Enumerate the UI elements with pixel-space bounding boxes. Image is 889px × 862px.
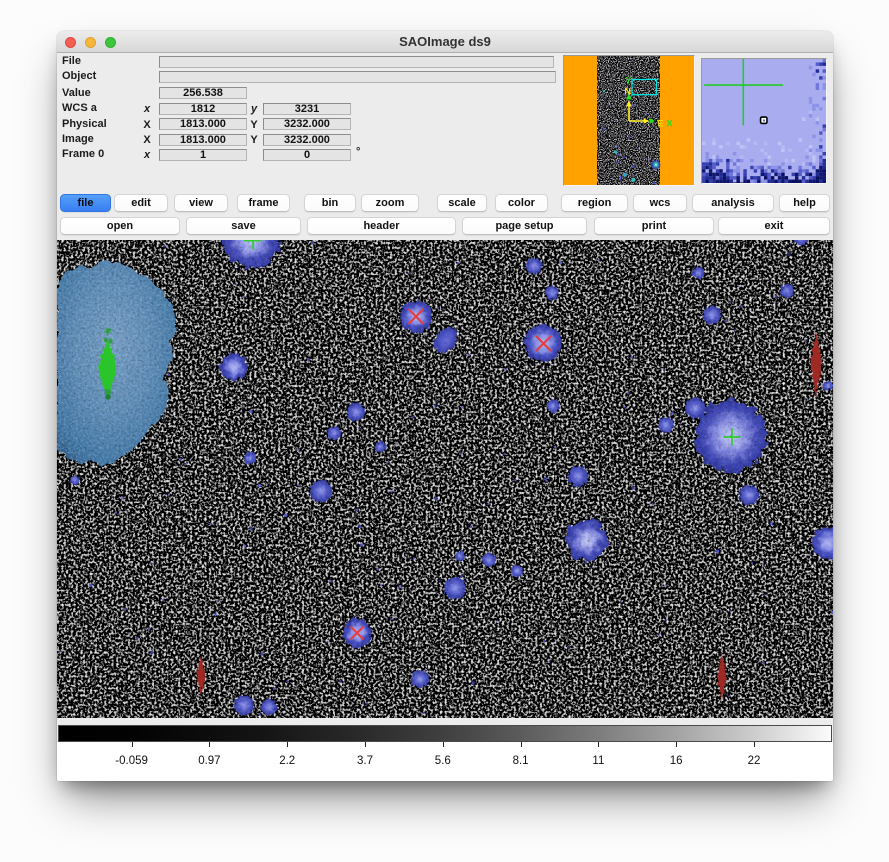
svg-text:Y: Y [626, 76, 632, 86]
svg-text:N: N [625, 87, 632, 97]
svg-text:X: X [667, 119, 673, 129]
svg-text:E: E [658, 119, 664, 129]
